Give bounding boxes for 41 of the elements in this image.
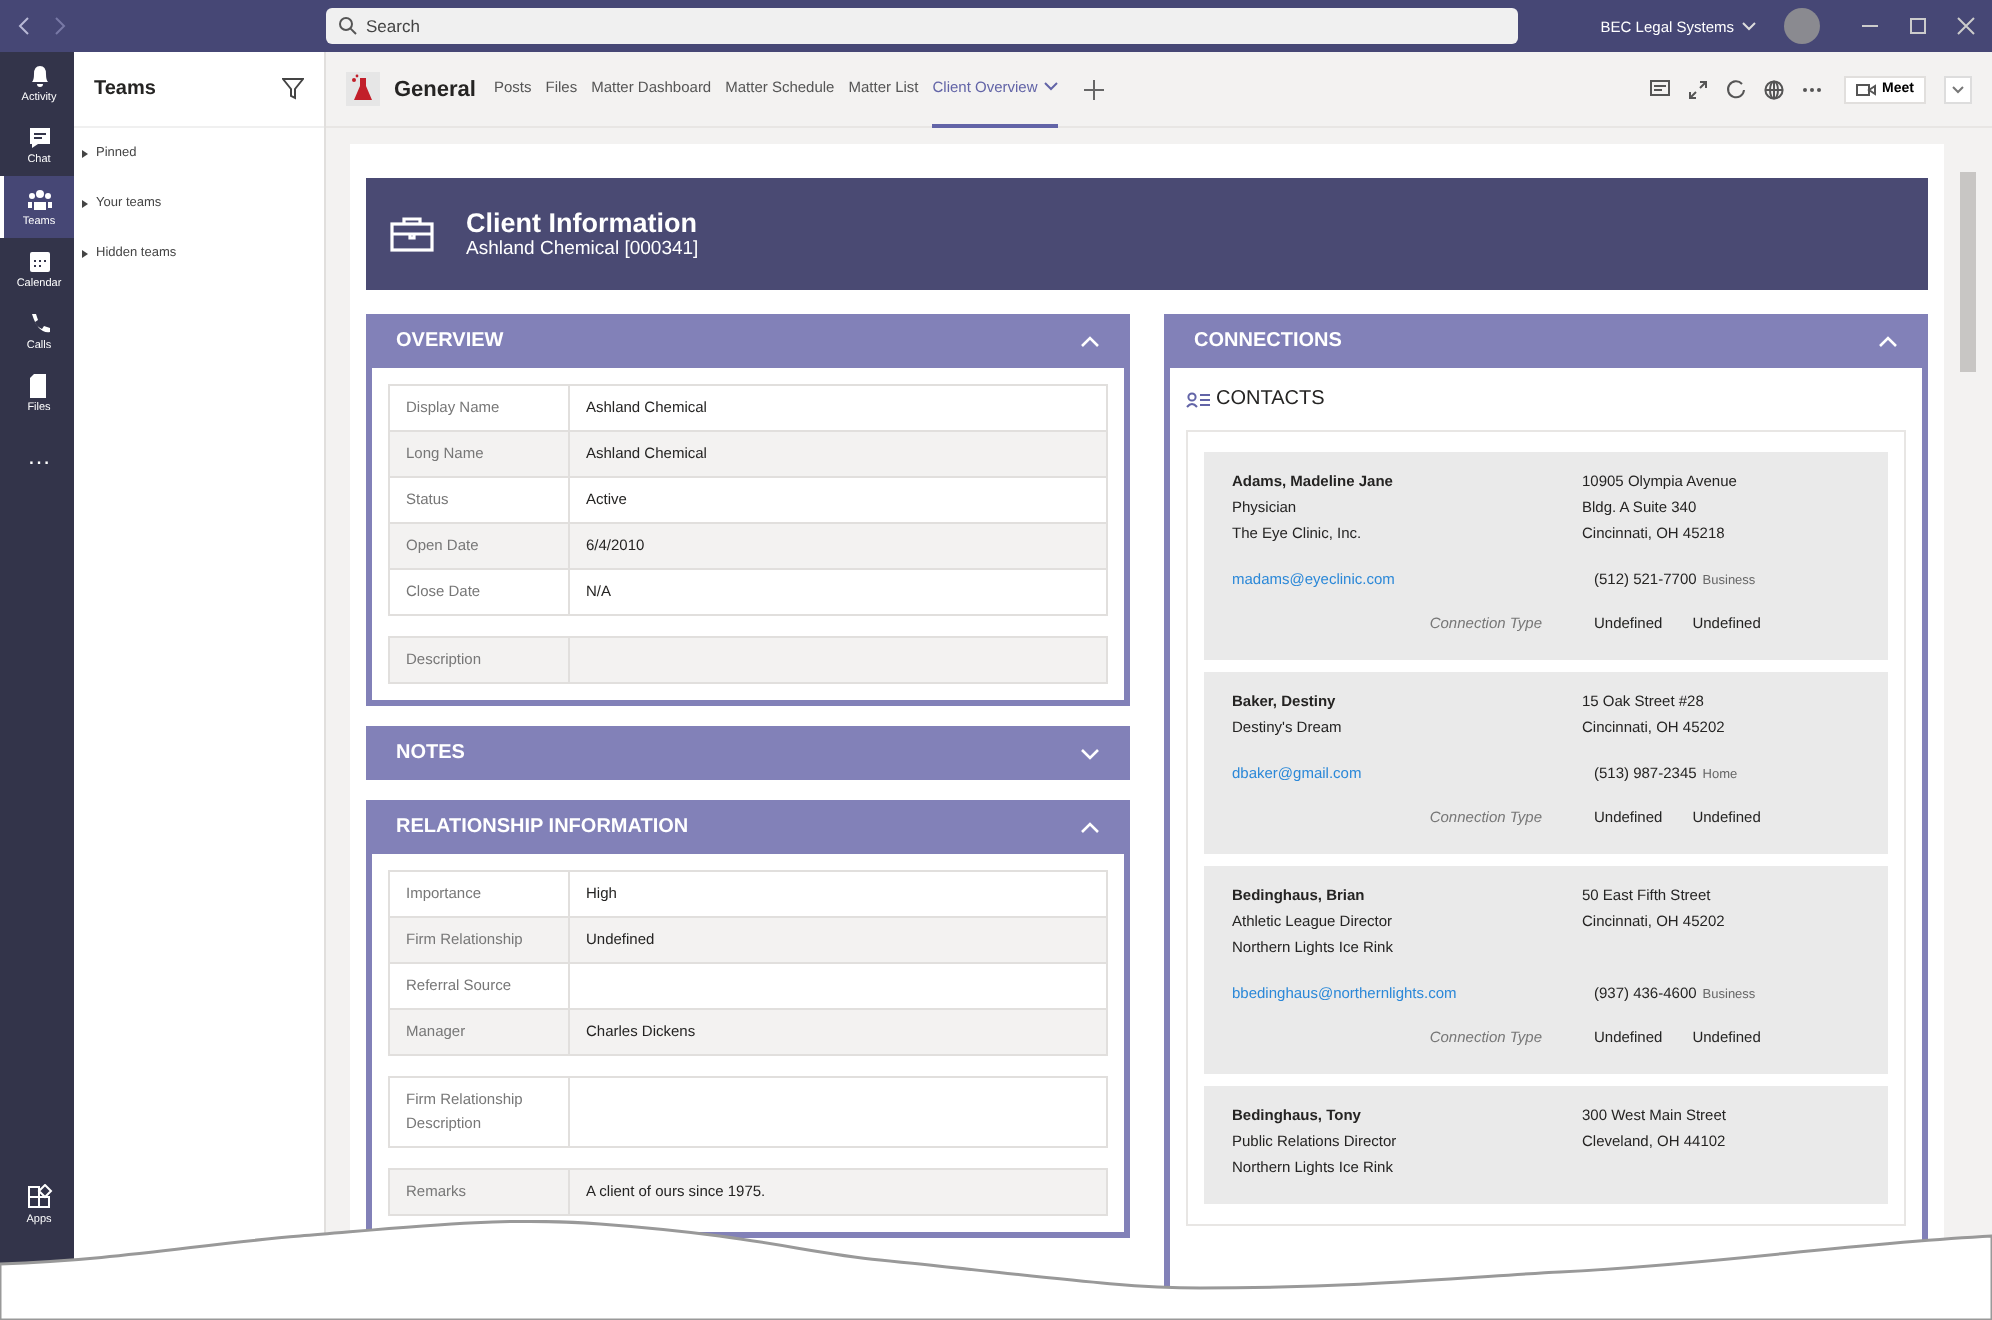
contact-list-icon: [1186, 391, 1210, 407]
scrollbar[interactable]: [1960, 172, 1976, 372]
section-header[interactable]: OVERVIEW: [372, 314, 1124, 368]
section-title: CONNECTIONS: [1194, 330, 1342, 352]
panel-title: Teams: [94, 78, 156, 100]
briefcase-icon: [390, 216, 434, 252]
filter-icon[interactable]: [282, 78, 304, 100]
globe-icon[interactable]: [1764, 79, 1785, 99]
section-header[interactable]: CONNECTIONS: [1170, 314, 1922, 368]
search-icon: [338, 16, 358, 36]
collapse-icon[interactable]: [1080, 819, 1100, 835]
chat-icon: [25, 124, 53, 152]
caret-icon: [1742, 21, 1756, 31]
refresh-icon[interactable]: [1726, 79, 1747, 99]
search-field[interactable]: Search: [326, 8, 1518, 44]
collapse-icon[interactable]: [1878, 333, 1898, 349]
section-title: RELATIONSHIP INFORMATION: [396, 816, 689, 838]
avatar[interactable]: [1784, 8, 1820, 44]
section-header[interactable]: NOTES: [366, 726, 1130, 780]
flask-icon: [346, 72, 380, 106]
back-icon[interactable]: [16, 16, 32, 36]
conversation-icon[interactable]: [1650, 79, 1671, 99]
expand-icon[interactable]: [1688, 79, 1709, 99]
rail-item[interactable]: …: [0, 424, 74, 486]
subsection-title: CONTACTS: [1216, 388, 1325, 410]
calendar-icon: [25, 248, 53, 276]
people-icon: [25, 186, 53, 214]
close-icon[interactable]: [1956, 16, 1976, 36]
section-header[interactable]: RELATIONSHIP INFORMATION: [372, 800, 1124, 854]
caret-icon: [1043, 82, 1058, 92]
maximize-icon[interactable]: [1908, 16, 1928, 36]
dropdown-icon[interactable]: [1944, 75, 1972, 103]
video-camera-icon: [1856, 81, 1877, 97]
page-title: Client Information: [466, 208, 699, 238]
client-subtitle: Ashland Chemical [000341]: [466, 238, 699, 260]
channel-name: General: [394, 77, 476, 101]
add-tab-icon[interactable]: [1083, 79, 1104, 99]
section-title: NOTES: [396, 742, 465, 764]
apps-icon: [25, 1184, 53, 1212]
collapse-icon[interactable]: [1080, 333, 1100, 349]
section-title: OVERVIEW: [396, 330, 504, 352]
